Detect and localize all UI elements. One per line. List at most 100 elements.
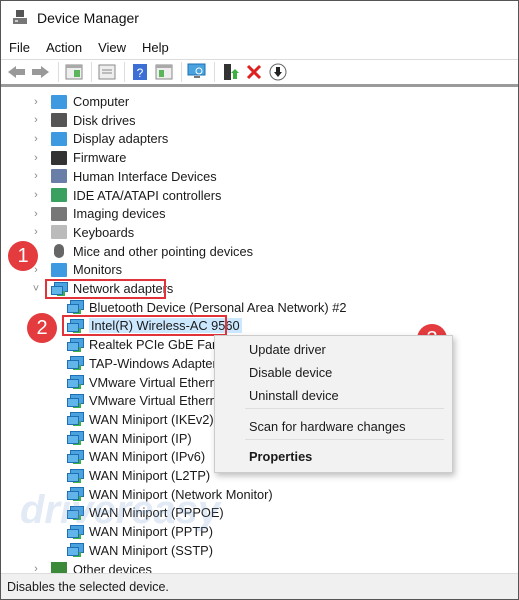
disk-icon bbox=[51, 113, 67, 128]
menu-item-update-driver[interactable]: Update driver bbox=[249, 342, 326, 357]
chevron-right-icon[interactable]: › bbox=[31, 189, 41, 201]
network-adapter-label: WAN Miniport (SSTP) bbox=[89, 542, 213, 558]
menu-file[interactable]: File bbox=[9, 40, 30, 55]
toolbar-separator bbox=[181, 62, 182, 82]
menu-separator bbox=[245, 408, 444, 409]
network-adapter-item[interactable]: WAN Miniport (SSTP) bbox=[67, 541, 213, 560]
tree-category-label: Keyboards bbox=[73, 224, 135, 240]
menu-item-scan-hardware[interactable]: Scan for hardware changes bbox=[249, 419, 406, 434]
step-badge-1: 1 bbox=[8, 241, 38, 271]
device-manager-icon bbox=[13, 10, 27, 24]
forward-button[interactable] bbox=[30, 61, 52, 83]
network-adapter-item[interactable]: WAN Miniport (L2TP) bbox=[67, 466, 210, 485]
uninstall-button[interactable] bbox=[243, 61, 265, 83]
help-icon: ? bbox=[133, 64, 147, 80]
properties-button[interactable] bbox=[96, 61, 118, 83]
hid-icon bbox=[51, 169, 67, 184]
scan-hardware-button[interactable] bbox=[186, 61, 208, 83]
network-adapter-item[interactable]: WAN Miniport (Network Monitor) bbox=[67, 485, 273, 504]
tree-category[interactable]: › Imaging devices bbox=[31, 204, 165, 223]
chevron-right-icon[interactable]: › bbox=[31, 170, 41, 182]
update-driver-button[interactable] bbox=[219, 61, 241, 83]
help-button[interactable]: ? bbox=[129, 61, 151, 83]
network-adapter-label: WAN Miniport (IP) bbox=[89, 430, 192, 446]
tree-category-label: Disk drives bbox=[73, 112, 136, 128]
network-adapter-item[interactable]: TAP-Windows Adapter bbox=[67, 354, 217, 373]
disable-button[interactable] bbox=[267, 61, 289, 83]
status-bar: Disables the selected device. bbox=[1, 573, 518, 599]
context-menu: Update driver Disable device Uninstall d… bbox=[214, 335, 453, 473]
tree-category[interactable]: › Human Interface Devices bbox=[31, 167, 217, 186]
back-button[interactable] bbox=[6, 61, 28, 83]
toolbar: ? bbox=[1, 59, 518, 87]
chevron-right-icon[interactable]: › bbox=[31, 96, 41, 108]
menu-action[interactable]: Action bbox=[46, 40, 82, 55]
chevron-down-icon[interactable]: ˅ bbox=[31, 283, 41, 295]
camera-icon bbox=[51, 206, 67, 221]
tree-category-label: Human Interface Devices bbox=[73, 168, 217, 184]
network-adapter-item[interactable]: Realtek PCIe GbE Famil bbox=[67, 335, 228, 354]
tree-category[interactable]: ›Mice and other pointing devices bbox=[31, 242, 253, 261]
chevron-right-icon[interactable]: › bbox=[31, 152, 41, 164]
menu-view[interactable]: View bbox=[98, 40, 126, 55]
chevron-right-icon[interactable]: › bbox=[31, 563, 41, 573]
network-adapter-icon bbox=[67, 505, 84, 520]
menu-item-disable-device[interactable]: Disable device bbox=[249, 365, 332, 380]
chevron-right-icon[interactable]: › bbox=[31, 208, 41, 220]
tree-category[interactable]: › IDE ATA/ATAPI controllers bbox=[31, 186, 221, 205]
network-adapter-item[interactable]: WAN Miniport (PPPOE) bbox=[67, 503, 224, 522]
mouse-icon bbox=[54, 244, 64, 259]
tree-category[interactable]: › Other devices bbox=[31, 560, 152, 573]
network-adapter-label: WAN Miniport (IKEv2) bbox=[89, 411, 214, 427]
chevron-right-icon[interactable]: › bbox=[31, 114, 41, 126]
action-pane-button[interactable] bbox=[153, 61, 175, 83]
svg-text:?: ? bbox=[137, 66, 144, 80]
chevron-right-icon[interactable]: › bbox=[31, 133, 41, 145]
network-adapter-item[interactable]: WAN Miniport (IPv6) bbox=[67, 447, 205, 466]
other-devices-icon bbox=[51, 562, 67, 573]
toolbar-separator bbox=[214, 62, 215, 82]
network-adapter-item[interactable]: WAN Miniport (IP) bbox=[67, 429, 192, 448]
network-adapter-item[interactable]: VMware Virtual Etherne bbox=[67, 373, 224, 392]
update-driver-icon bbox=[224, 64, 239, 80]
tree-category[interactable]: › Keyboards bbox=[31, 223, 134, 242]
network-adapter-icon bbox=[67, 449, 84, 464]
action-pane-icon bbox=[155, 64, 173, 80]
network-adapter-label: WAN Miniport (PPPOE) bbox=[89, 505, 224, 521]
tree-category-label: Display adapters bbox=[73, 131, 169, 147]
network-adapter-label: VMware Virtual Etherne bbox=[89, 393, 224, 409]
console-tree-button[interactable] bbox=[63, 61, 85, 83]
network-adapter-label: WAN Miniport (IPv6) bbox=[89, 449, 206, 465]
toolbar-separator bbox=[124, 62, 125, 82]
menu-item-properties[interactable]: Properties bbox=[249, 449, 312, 464]
tree-category-label: Mice and other pointing devices bbox=[73, 243, 253, 259]
network-adapter-icon bbox=[67, 300, 84, 314]
network-adapter-icon bbox=[67, 412, 84, 426]
highlight-intel-wireless bbox=[62, 315, 227, 336]
network-adapter-icon bbox=[67, 337, 84, 352]
network-adapter-icon bbox=[67, 431, 84, 445]
tree-category-label: IDE ATA/ATAPI controllers bbox=[73, 187, 222, 203]
device-manager-window: Device Manager File Action View Help ? ›… bbox=[0, 0, 519, 600]
network-adapter-item[interactable]: VMware Virtual Etherne bbox=[67, 391, 224, 410]
highlight-network-adapters bbox=[45, 279, 166, 299]
tree-category[interactable]: › Firmware bbox=[31, 148, 126, 167]
network-adapter-label: WAN Miniport (Network Monitor) bbox=[89, 486, 273, 502]
menu-help[interactable]: Help bbox=[142, 40, 169, 55]
tree-category[interactable]: › Computer bbox=[31, 92, 129, 111]
menu-separator bbox=[245, 439, 444, 440]
toolbar-separator bbox=[91, 62, 92, 82]
network-adapter-label: WAN Miniport (L2TP) bbox=[89, 468, 211, 483]
tree-category[interactable]: › Disk drives bbox=[31, 111, 136, 130]
tree-category[interactable]: › Monitors bbox=[31, 260, 122, 279]
back-icon bbox=[8, 66, 25, 78]
menu-item-uninstall-device[interactable]: Uninstall device bbox=[249, 388, 339, 403]
scan-hardware-icon bbox=[187, 63, 206, 78]
network-adapter-icon bbox=[67, 543, 84, 557]
window-title: Device Manager bbox=[37, 10, 139, 26]
network-adapter-item[interactable]: Bluetooth Device (Personal Area Network)… bbox=[67, 298, 347, 317]
tree-category[interactable]: › Display adapters bbox=[31, 129, 168, 148]
chevron-right-icon[interactable]: › bbox=[31, 226, 41, 238]
network-adapter-item[interactable]: WAN Miniport (IKEv2) bbox=[67, 410, 214, 429]
network-adapter-item[interactable]: WAN Miniport (PPTP) bbox=[67, 522, 213, 541]
